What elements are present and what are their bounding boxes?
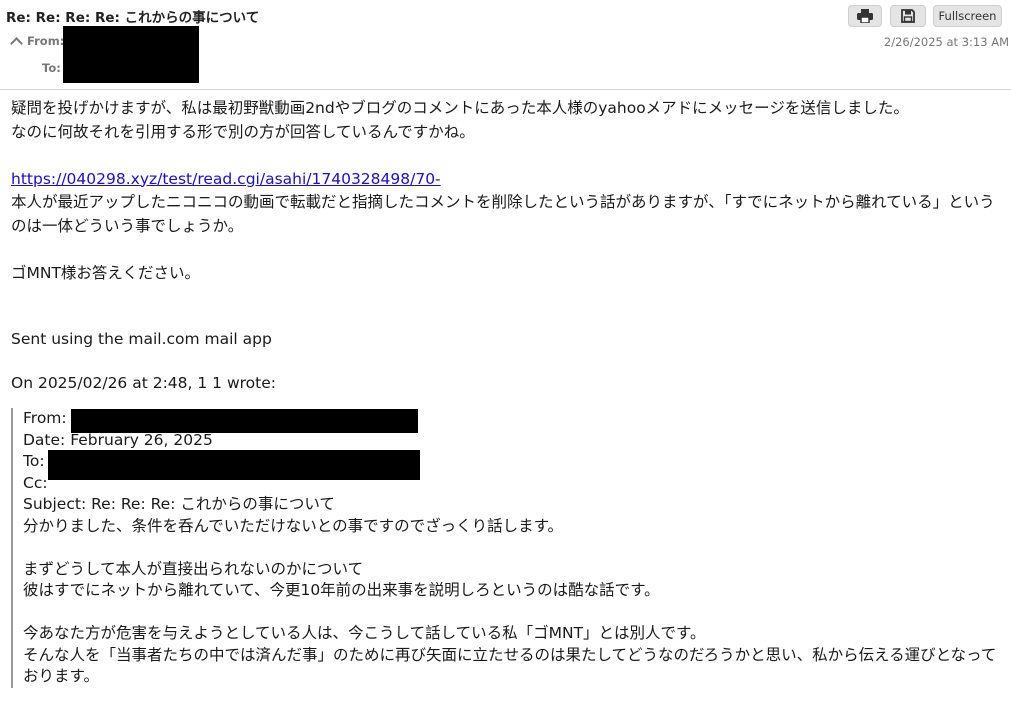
quote-intro: On 2025/02/26 at 2:48, 1 1 wrote: <box>11 373 276 392</box>
quote-line: そんな人を「当事者たちの中では済んだ事」のために再び矢面に立たせるのは果たしてど… <box>23 645 997 686</box>
signature: Sent using the mail.com mail app <box>11 330 272 348</box>
message-subject: Re: Re: Re: Re: これからの事について <box>6 10 260 26</box>
chevron-up-icon[interactable] <box>10 36 23 50</box>
from-label: From: <box>27 34 65 48</box>
print-button[interactable] <box>848 5 882 27</box>
redaction-block <box>63 26 199 83</box>
message-date: 2/26/2025 at 3:13 AM <box>883 35 1009 49</box>
message-body: 疑問を投げかけますが、私は最初野獣動画2ndやブログのコメントにあった本人様のy… <box>11 97 1003 395</box>
from-row[interactable]: From: <box>10 34 65 50</box>
fullscreen-button[interactable]: Fullscreen <box>933 5 1002 27</box>
redaction-block <box>71 409 418 433</box>
redaction-block <box>48 450 420 480</box>
save-button[interactable] <box>890 5 926 27</box>
thread-link[interactable]: https://040298.xyz/test/read.cgi/asahi/1… <box>11 170 441 188</box>
quote-line: 彼はすでにネットから離れていて、今更10年前の出来事を説明しろというのは酷な話で… <box>23 581 660 599</box>
printer-icon <box>857 9 873 23</box>
body-paragraph: 本人が最近アップしたニコニコの動画で転載だと指摘したコメントを削除したという話が… <box>11 193 995 235</box>
message-header: Re: Re: Re: Re: これからの事について Fullscreen Fr… <box>0 0 1011 90</box>
floppy-disk-icon <box>901 9 915 23</box>
quote-subject: Subject: Re: Re: Re: これからの事について <box>23 495 335 513</box>
quote-line: 今あなた方が危害を与えようとしている人は、今こうして話している私「ゴMNT」とは… <box>23 624 706 642</box>
to-label: To: <box>42 61 61 75</box>
body-paragraph: ゴMNT様お答えください。 <box>11 263 200 282</box>
quote-line: 分かりました、条件を呑んでいただけないとの事ですのでざっくり話します。 <box>23 516 564 535</box>
body-line: 疑問を投げかけますが、私は最初野獣動画2ndやブログのコメントにあった本人様のy… <box>11 99 909 117</box>
body-line: なのに何故それを引用する形で別の方が回答しているんですかね。 <box>11 122 475 141</box>
quote-line: まずどうして本人が直接出られないのかについて <box>23 559 364 578</box>
